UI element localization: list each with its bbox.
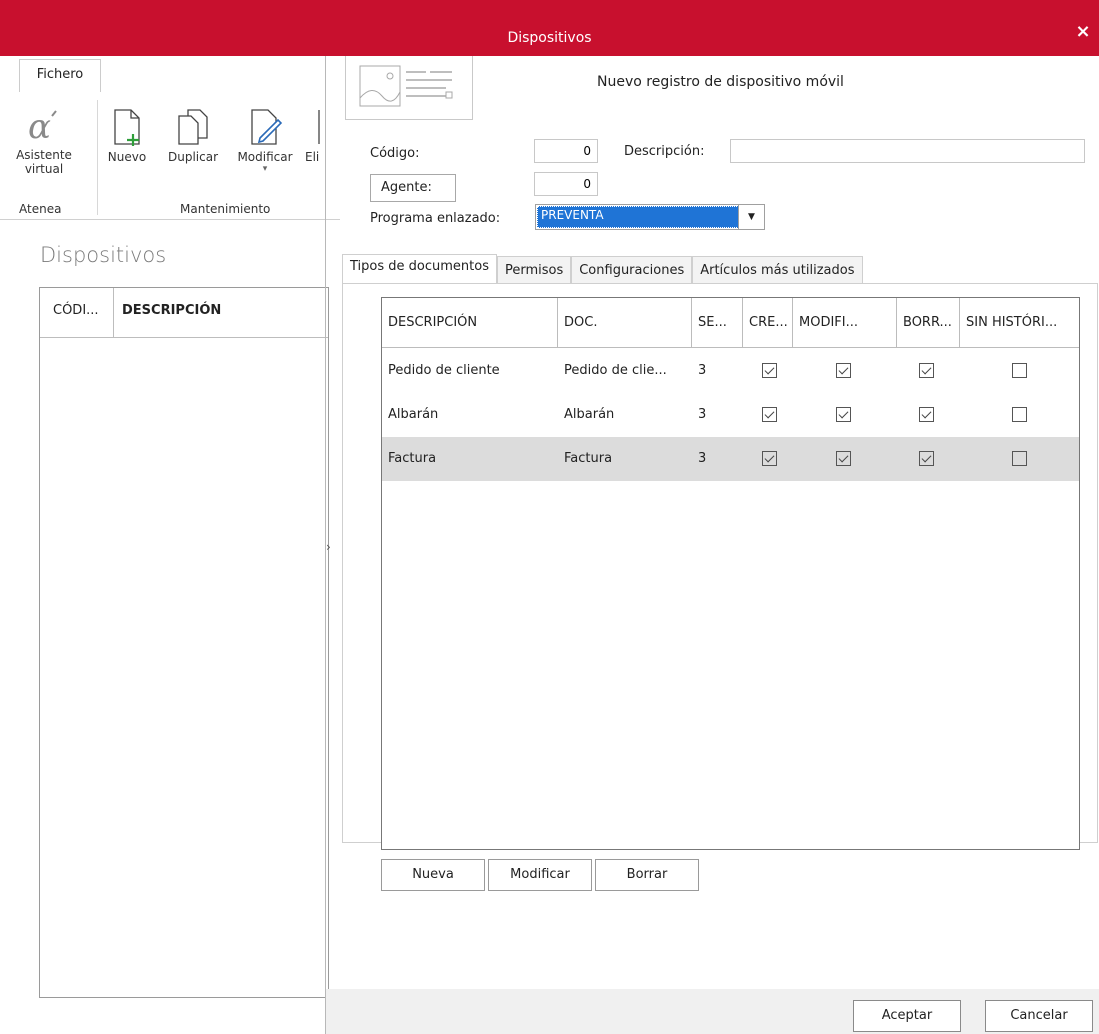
column-header-modificar[interactable]: MODIFI... — [793, 298, 897, 348]
group-mantenimiento: Mantenimiento — [180, 202, 271, 216]
chevron-down-icon[interactable]: ▼ — [738, 205, 764, 229]
chevron-down-icon: ▾ — [262, 164, 268, 174]
checkbox-borrar[interactable] — [919, 363, 934, 378]
checkbox-sin-historico[interactable] — [1012, 407, 1027, 422]
duplicate-icon — [178, 109, 208, 145]
table-row[interactable]: Pedido de cliente Pedido de clie... 3 — [382, 349, 1079, 393]
close-icon[interactable]: × — [1073, 22, 1093, 44]
cell-descripcion: Pedido de cliente — [388, 363, 500, 378]
programa-selected-value: PREVENTA — [537, 206, 739, 228]
nuevo-button[interactable]: Nuevo — [104, 108, 150, 164]
codigo-label: Código: — [370, 146, 420, 161]
tab-strip: Tipos de documentos Permisos Configuraci… — [342, 254, 863, 284]
column-header-borrar[interactable]: BORR... — [897, 298, 960, 348]
document-types-grid[interactable]: DESCRIPCIÓN DOC. SE... CRE... MODIFI... … — [381, 297, 1080, 850]
expand-arrow-icon[interactable]: › — [326, 540, 331, 554]
agente-field[interactable] — [534, 172, 598, 196]
column-header-crear[interactable]: CRE... — [743, 298, 793, 348]
checkbox-borrar[interactable] — [919, 451, 934, 466]
cell-doc: Albarán — [564, 407, 615, 422]
programa-select[interactable]: PREVENTA ▼ — [535, 204, 765, 230]
column-header-descripcion[interactable]: DESCRIPCIÓN — [382, 298, 558, 348]
left-panel-title: Dispositivos — [40, 243, 167, 267]
cell-serie: 3 — [698, 363, 707, 378]
cell-serie: 3 — [698, 407, 707, 422]
duplicar-label: Duplicar — [167, 150, 218, 164]
modificar-line-button[interactable]: Modificar — [488, 859, 592, 891]
checkbox-crear[interactable] — [762, 451, 777, 466]
svg-text:α: α — [28, 108, 51, 144]
codigo-field[interactable] — [534, 139, 598, 163]
checkbox-modificar[interactable] — [836, 407, 851, 422]
window-title: Dispositivos — [507, 30, 592, 46]
aceptar-button[interactable]: Aceptar — [853, 1000, 961, 1032]
checkbox-borrar[interactable] — [919, 407, 934, 422]
descripcion-field[interactable] — [730, 139, 1085, 163]
alpha-icon: α — [28, 108, 57, 144]
dialog-header: Nuevo registro de dispositivo móvil — [597, 74, 844, 90]
cell-descripcion: Albarán — [388, 407, 439, 422]
nuevo-label: Nuevo — [107, 150, 147, 164]
group-atenea: Atenea — [19, 202, 62, 216]
column-header-sin-historico[interactable]: SIN HISTÓRI... — [960, 298, 1079, 348]
tab-tipos-documentos[interactable]: Tipos de documentos — [342, 254, 497, 284]
title-bar: Dispositivos × — [0, 0, 1099, 56]
devices-list[interactable]: CÓDI... DESCRIPCIÓN — [39, 287, 329, 998]
table-row[interactable]: Factura Factura 3 — [382, 437, 1079, 481]
asistente-label-1: Asistente — [16, 148, 72, 162]
eliminar-label: Eli — [305, 150, 320, 164]
tab-permisos[interactable]: Permisos — [496, 256, 572, 284]
ribbon: α Asistente virtual Nuevo Duplicar Modif… — [0, 92, 340, 220]
borrar-button[interactable]: Borrar — [595, 859, 699, 891]
cell-doc: Factura — [564, 451, 613, 466]
cancelar-button[interactable]: Cancelar — [985, 1000, 1093, 1032]
column-header-codigo[interactable]: CÓDI... — [40, 288, 114, 337]
dialog-footer — [326, 989, 1099, 1034]
image-placeholder-icon — [359, 65, 453, 107]
asistente-label-2: virtual — [24, 162, 64, 176]
checkbox-crear[interactable] — [762, 363, 777, 378]
new-document-icon — [114, 109, 140, 146]
checkbox-crear[interactable] — [762, 407, 777, 422]
cell-doc: Pedido de clie... — [564, 363, 667, 378]
table-row[interactable]: Albarán Albarán 3 — [382, 393, 1079, 437]
programa-label: Programa enlazado: — [370, 211, 501, 226]
delete-document-icon — [318, 110, 320, 144]
checkbox-modificar[interactable] — [836, 451, 851, 466]
agente-button[interactable]: Agente: — [370, 174, 456, 202]
grid-header: DESCRIPCIÓN DOC. SE... CRE... MODIFI... … — [382, 298, 1079, 348]
checkbox-modificar[interactable] — [836, 363, 851, 378]
asistente-virtual-button[interactable]: α Asistente virtual — [16, 108, 72, 176]
cell-descripcion: Factura — [388, 451, 437, 466]
device-image-placeholder[interactable] — [345, 56, 473, 120]
checkbox-sin-historico[interactable] — [1012, 363, 1027, 378]
tab-configuraciones[interactable]: Configuraciones — [571, 256, 693, 284]
devices-list-header: CÓDI... DESCRIPCIÓN — [40, 288, 328, 338]
tab-articulos[interactable]: Artículos más utilizados — [692, 256, 863, 284]
descripcion-label: Descripción: — [624, 144, 705, 159]
cell-serie: 3 — [698, 451, 707, 466]
ribbon-separator — [97, 100, 98, 215]
eliminar-button[interactable]: Eli — [305, 108, 325, 164]
modificar-label: Modificar — [237, 150, 293, 164]
duplicar-button[interactable]: Duplicar — [158, 108, 228, 164]
column-header-doc[interactable]: DOC. — [558, 298, 692, 348]
column-header-descripcion[interactable]: DESCRIPCIÓN — [114, 288, 221, 337]
edit-document-icon — [251, 109, 283, 145]
ribbon-tab-fichero[interactable]: Fichero — [19, 59, 101, 95]
modificar-button[interactable]: Modificar ▾ — [229, 108, 301, 174]
checkbox-sin-historico[interactable] — [1012, 451, 1027, 466]
nueva-button[interactable]: Nueva — [381, 859, 485, 891]
column-header-serie[interactable]: SE... — [692, 298, 743, 348]
